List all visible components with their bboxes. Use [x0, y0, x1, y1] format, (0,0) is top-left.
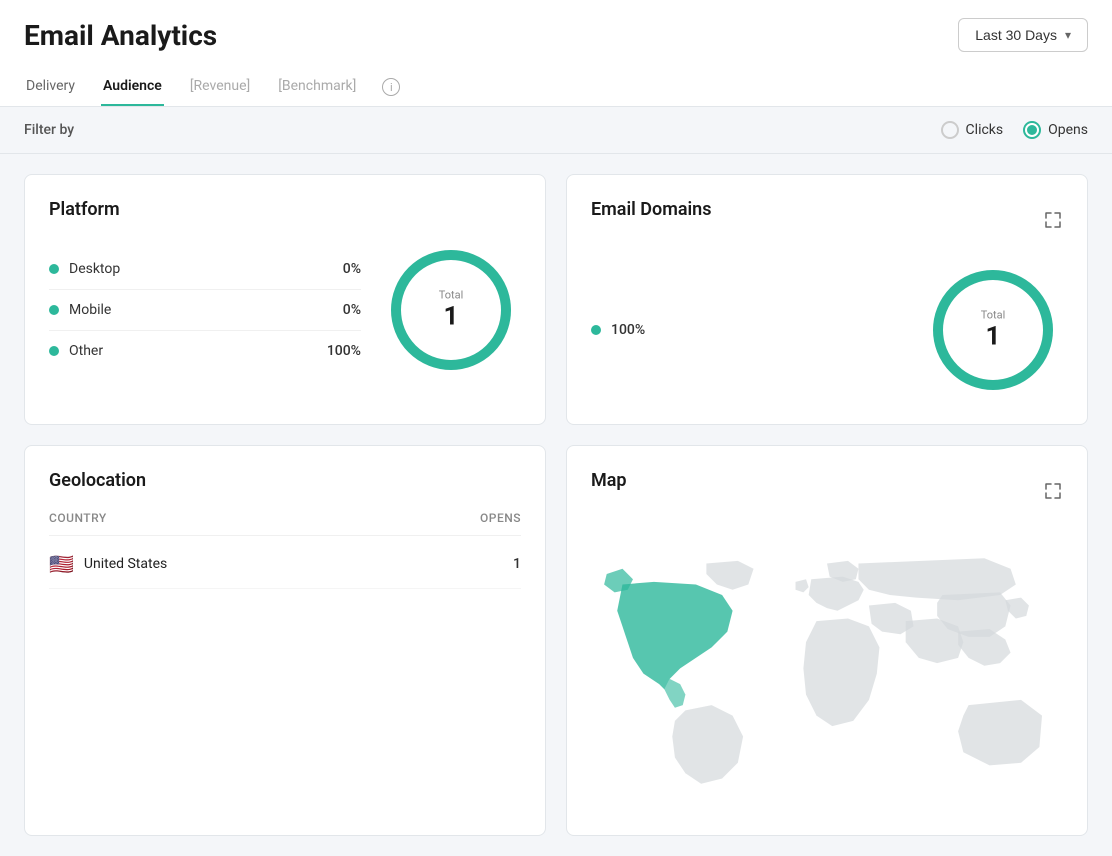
donut-total-value: 1 — [444, 302, 459, 332]
platform-name: Mobile — [69, 302, 333, 318]
opens-radio[interactable]: Opens — [1023, 121, 1088, 139]
email-domains-card: Email Domains 100% Total — [566, 174, 1088, 425]
clicks-radio-circle — [941, 121, 959, 139]
email-domains-card-header: Email Domains — [591, 199, 1063, 240]
date-range-label: Last 30 Days — [975, 27, 1057, 43]
opens-value: 1 — [513, 556, 521, 572]
tab-audience[interactable]: Audience — [101, 68, 164, 106]
email-domain-content: 100% Total 1 — [591, 260, 1063, 400]
info-icon[interactable]: i — [382, 78, 400, 96]
expand-icon[interactable] — [1043, 481, 1063, 501]
email-domains-title: Email Domains — [591, 199, 711, 220]
list-item: Desktop 0% — [49, 249, 361, 290]
opens-radio-circle — [1023, 121, 1041, 139]
platform-pct: 0% — [343, 302, 361, 318]
dot-icon — [49, 264, 59, 274]
clicks-label: Clicks — [966, 122, 1004, 138]
radio-group: Clicks Opens — [941, 121, 1088, 139]
page-title: Email Analytics — [24, 19, 217, 52]
map-card: Map — [566, 445, 1088, 836]
world-map-svg — [591, 531, 1063, 811]
geolocation-title: Geolocation — [49, 470, 521, 491]
donut-center: Total 1 — [981, 309, 1006, 352]
geolocation-card: Geolocation Country Opens 🇺🇸 United Stat… — [24, 445, 546, 836]
chevron-down-icon: ▾ — [1065, 28, 1071, 42]
header-top: Email Analytics Last 30 Days ▾ — [24, 18, 1088, 52]
map-visualization — [591, 531, 1063, 811]
platform-card: Platform Desktop 0% Mobile 0% Other 100% — [24, 174, 546, 425]
list-item: 100% — [591, 310, 903, 350]
map-title: Map — [591, 470, 627, 491]
opens-column-header: Opens — [480, 511, 521, 525]
dot-icon — [591, 325, 601, 335]
geo-table-header: Country Opens — [49, 511, 521, 536]
opens-label: Opens — [1048, 122, 1088, 138]
country-name: United States — [84, 556, 167, 572]
list-item: Mobile 0% — [49, 290, 361, 331]
tab-revenue[interactable]: [Revenue] — [188, 68, 252, 106]
donut-total-label: Total — [439, 289, 464, 302]
donut-total-value: 1 — [986, 322, 1001, 352]
main-content: Platform Desktop 0% Mobile 0% Other 100% — [0, 154, 1112, 856]
date-range-button[interactable]: Last 30 Days ▾ — [958, 18, 1088, 52]
map-card-header: Map — [591, 470, 1063, 511]
filter-label: Filter by — [24, 122, 74, 138]
geo-country: 🇺🇸 United States — [49, 552, 167, 576]
header: Email Analytics Last 30 Days ▾ Delivery … — [0, 0, 1112, 107]
platform-pct: 100% — [327, 343, 361, 359]
table-row: 🇺🇸 United States 1 — [49, 540, 521, 589]
platform-content: Desktop 0% Mobile 0% Other 100% — [49, 240, 521, 380]
expand-icon[interactable] — [1043, 210, 1063, 230]
email-domains-donut: Total 1 — [923, 260, 1063, 400]
nav-tabs: Delivery Audience [Revenue] [Benchmark] … — [24, 68, 1088, 106]
us-flag-icon: 🇺🇸 — [49, 552, 74, 576]
platform-donut: Total 1 — [381, 240, 521, 380]
platform-name: Desktop — [69, 261, 333, 277]
domain-pct: 100% — [611, 322, 645, 338]
country-column-header: Country — [49, 511, 107, 525]
dot-icon — [49, 305, 59, 315]
dot-icon — [49, 346, 59, 356]
platform-list: Desktop 0% Mobile 0% Other 100% — [49, 249, 361, 371]
platform-pct: 0% — [343, 261, 361, 277]
donut-center: Total 1 — [439, 289, 464, 332]
domain-list: 100% — [591, 310, 903, 350]
tab-delivery[interactable]: Delivery — [24, 68, 77, 106]
list-item: Other 100% — [49, 331, 361, 371]
tab-benchmark[interactable]: [Benchmark] — [276, 68, 358, 106]
clicks-radio[interactable]: Clicks — [941, 121, 1004, 139]
platform-title: Platform — [49, 199, 521, 220]
donut-total-label: Total — [981, 309, 1006, 322]
platform-name: Other — [69, 343, 317, 359]
filter-bar: Filter by Clicks Opens — [0, 107, 1112, 154]
